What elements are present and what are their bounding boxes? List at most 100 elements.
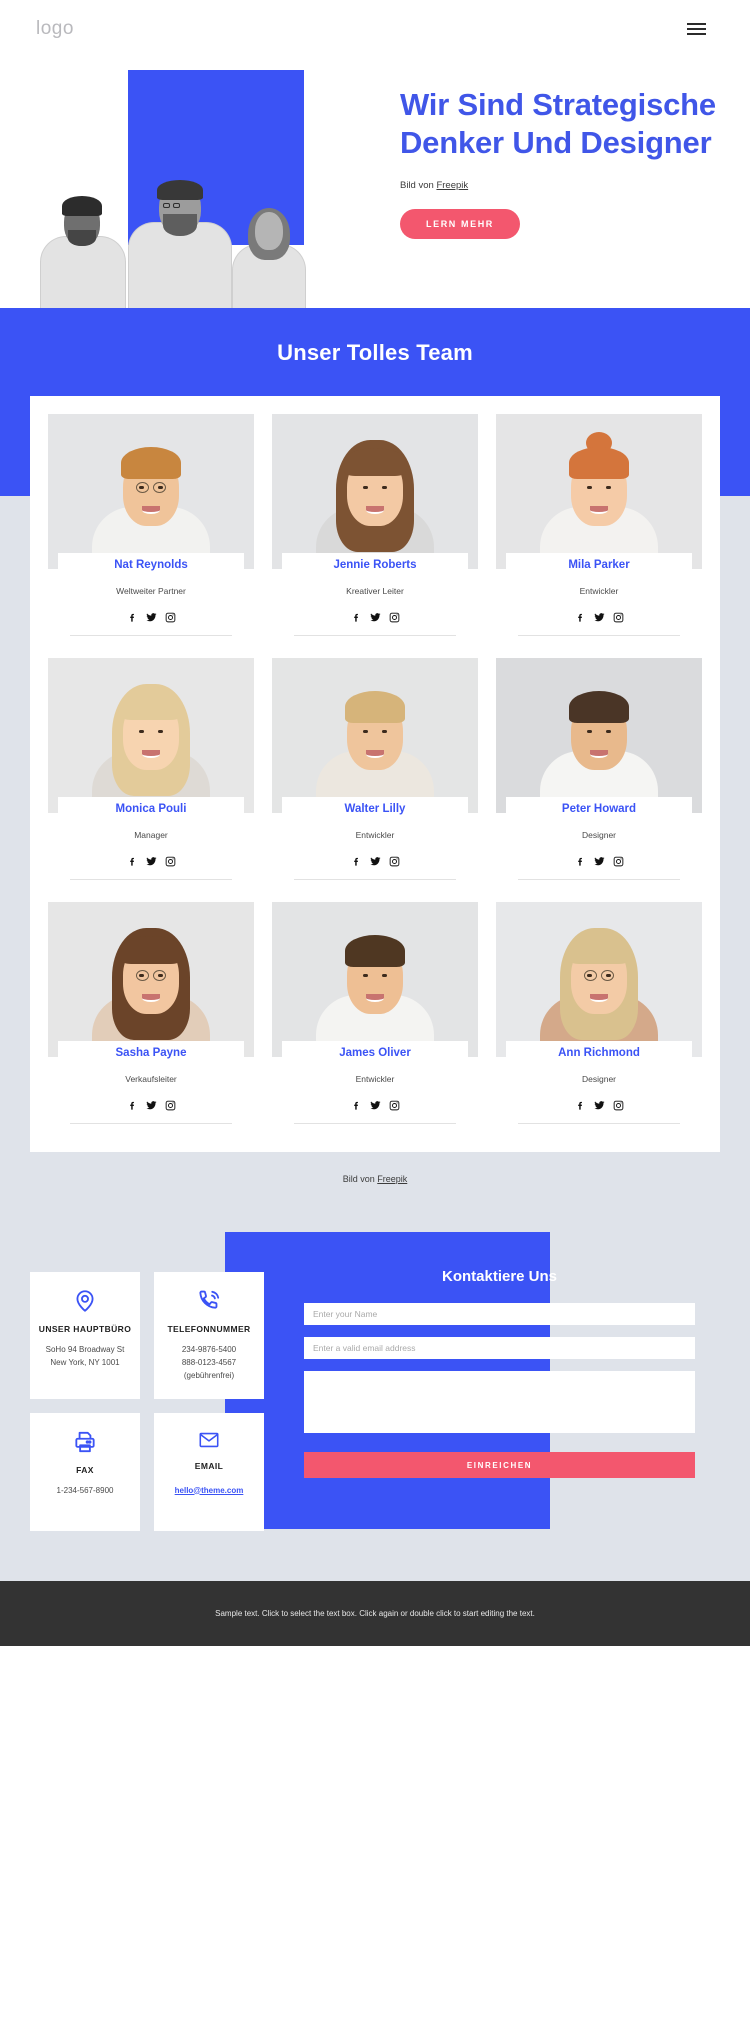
hero-person-left bbox=[40, 178, 126, 308]
facebook-icon[interactable] bbox=[127, 1100, 138, 1111]
portrait-hair-front bbox=[568, 936, 630, 964]
contact-info-title: UNSER HAUPTBÜRO bbox=[38, 1324, 132, 1334]
team-member-card[interactable]: Walter Lilly Entwickler bbox=[272, 658, 478, 886]
member-name: Jennie Roberts bbox=[333, 559, 417, 571]
instagram-icon[interactable] bbox=[389, 856, 400, 867]
email-input[interactable] bbox=[304, 1337, 695, 1359]
instagram-icon[interactable] bbox=[613, 1100, 624, 1111]
contact-info-line: 888-0123-4567 bbox=[181, 1358, 237, 1368]
twitter-icon[interactable] bbox=[593, 612, 605, 623]
portrait-hair-front bbox=[569, 447, 629, 479]
instagram-icon[interactable] bbox=[165, 612, 176, 623]
member-name: Nat Reynolds bbox=[114, 559, 188, 571]
member-social-links bbox=[496, 856, 702, 867]
facebook-icon[interactable] bbox=[127, 612, 138, 623]
portrait-hair-front bbox=[120, 936, 182, 964]
member-name: James Oliver bbox=[339, 1047, 411, 1059]
member-role: Entwickler bbox=[355, 1074, 395, 1084]
learn-more-button[interactable]: LERN MEHR bbox=[400, 208, 520, 239]
hero-image-credit: Bild von Freepik bbox=[400, 180, 720, 191]
instagram-icon[interactable] bbox=[613, 612, 624, 623]
contact-info-title: EMAIL bbox=[194, 1460, 224, 1471]
site-logo[interactable]: logo bbox=[36, 18, 74, 40]
facebook-icon[interactable] bbox=[575, 612, 586, 623]
twitter-icon[interactable] bbox=[369, 856, 381, 867]
team-member-card[interactable]: James Oliver Entwickler bbox=[272, 902, 478, 1130]
twitter-icon[interactable] bbox=[593, 856, 605, 867]
hero-section: Wir Sind Strategische Denker Und Designe… bbox=[0, 58, 750, 308]
facebook-icon[interactable] bbox=[351, 612, 362, 623]
portrait-glasses bbox=[136, 482, 166, 493]
facebook-icon[interactable] bbox=[575, 1100, 586, 1111]
team-member-card[interactable]: Peter Howard Designer bbox=[496, 658, 702, 886]
hero-content: Wir Sind Strategische Denker Und Designe… bbox=[400, 86, 720, 239]
portrait-hair-front bbox=[569, 691, 629, 723]
facebook-icon[interactable] bbox=[127, 856, 138, 867]
team-image-credit: Bild von Freepik bbox=[0, 1152, 750, 1232]
facebook-icon[interactable] bbox=[575, 856, 586, 867]
credit-prefix: Bild von bbox=[342, 1174, 378, 1184]
contact-form-title: Kontaktiere Uns bbox=[441, 1268, 558, 1285]
envelope-icon bbox=[162, 1429, 256, 1451]
credit-link-freepik[interactable]: Freepik bbox=[436, 180, 468, 191]
instagram-icon[interactable] bbox=[613, 856, 624, 867]
member-photo bbox=[272, 902, 478, 1057]
team-member-card[interactable]: Jennie Roberts Kreativer Leiter bbox=[272, 414, 478, 642]
contact-info-title: FAX bbox=[76, 1464, 94, 1475]
credit-link-freepik[interactable]: Freepik bbox=[377, 1174, 407, 1184]
team-member-card[interactable]: Mila Parker Entwickler bbox=[496, 414, 702, 642]
message-textarea[interactable] bbox=[304, 1371, 695, 1433]
member-nameplate: Peter Howard bbox=[506, 797, 692, 818]
team-member-card[interactable]: Monica Pouli Manager bbox=[48, 658, 254, 886]
member-photo bbox=[496, 902, 702, 1057]
location-pin-icon bbox=[38, 1288, 132, 1314]
portrait-hair-front bbox=[344, 448, 406, 476]
contact-info-line: SoHo 94 Broadway St bbox=[45, 1345, 125, 1354]
burger-line bbox=[687, 28, 706, 30]
contact-info-card: FAX 1-234-567-8900 bbox=[30, 1412, 140, 1531]
member-role: Entwickler bbox=[579, 586, 619, 596]
instagram-icon[interactable] bbox=[165, 856, 176, 867]
contact-email-link[interactable]: hello@theme.com bbox=[175, 1486, 244, 1495]
team-member-card[interactable]: Ann Richmond Designer bbox=[496, 902, 702, 1130]
instagram-icon[interactable] bbox=[389, 612, 400, 623]
member-divider bbox=[294, 879, 456, 880]
team-outer: Nat Reynolds Weltweiter Partner Jennie Rob… bbox=[0, 396, 750, 1152]
contact-info-line: 1-234-567-8900 bbox=[56, 1485, 114, 1495]
twitter-icon[interactable] bbox=[145, 612, 157, 623]
member-nameplate: Nat Reynolds bbox=[58, 553, 244, 574]
facebook-icon[interactable] bbox=[351, 856, 362, 867]
team-member-card[interactable]: Nat Reynolds Weltweiter Partner bbox=[48, 414, 254, 642]
submit-button[interactable]: EINREICHEN bbox=[304, 1452, 695, 1478]
name-input[interactable] bbox=[304, 1303, 695, 1325]
member-photo bbox=[48, 414, 254, 569]
portrait-glasses bbox=[584, 970, 614, 981]
twitter-icon[interactable] bbox=[369, 1100, 381, 1111]
contact-inner: UNSER HAUPTBÜRO SoHo 94 Broadway St New Yo… bbox=[0, 1232, 750, 1531]
member-nameplate: Monica Pouli bbox=[58, 797, 244, 818]
portrait-eyes bbox=[363, 974, 387, 977]
contact-info-card: EMAIL hello@theme.com bbox=[154, 1412, 264, 1531]
hero-team-photo bbox=[36, 130, 308, 308]
member-divider bbox=[294, 635, 456, 636]
portrait-eyes bbox=[587, 730, 611, 733]
site-header: logo bbox=[0, 0, 750, 58]
contact-info-line: 234-9876-5400 bbox=[181, 1345, 237, 1354]
twitter-icon[interactable] bbox=[593, 1100, 605, 1111]
twitter-icon[interactable] bbox=[369, 612, 381, 623]
twitter-icon[interactable] bbox=[145, 856, 157, 867]
portrait-mouth bbox=[590, 994, 608, 1002]
team-section: Unser Tolles Team Nat Reynolds Weltweiter… bbox=[0, 308, 750, 1152]
team-member-card[interactable]: Sasha Payne Verkaufsleiter bbox=[48, 902, 254, 1130]
phone-icon bbox=[162, 1288, 256, 1314]
instagram-icon[interactable] bbox=[389, 1100, 400, 1111]
member-social-links bbox=[48, 612, 254, 623]
member-name: Walter Lilly bbox=[344, 803, 406, 815]
twitter-icon[interactable] bbox=[145, 1100, 157, 1111]
hamburger-menu-icon[interactable] bbox=[683, 19, 710, 39]
facebook-icon[interactable] bbox=[351, 1100, 362, 1111]
instagram-icon[interactable] bbox=[165, 1100, 176, 1111]
member-social-links bbox=[496, 612, 702, 623]
member-role: Verkaufsleiter bbox=[125, 1074, 177, 1084]
member-name: Peter Howard bbox=[561, 803, 637, 815]
